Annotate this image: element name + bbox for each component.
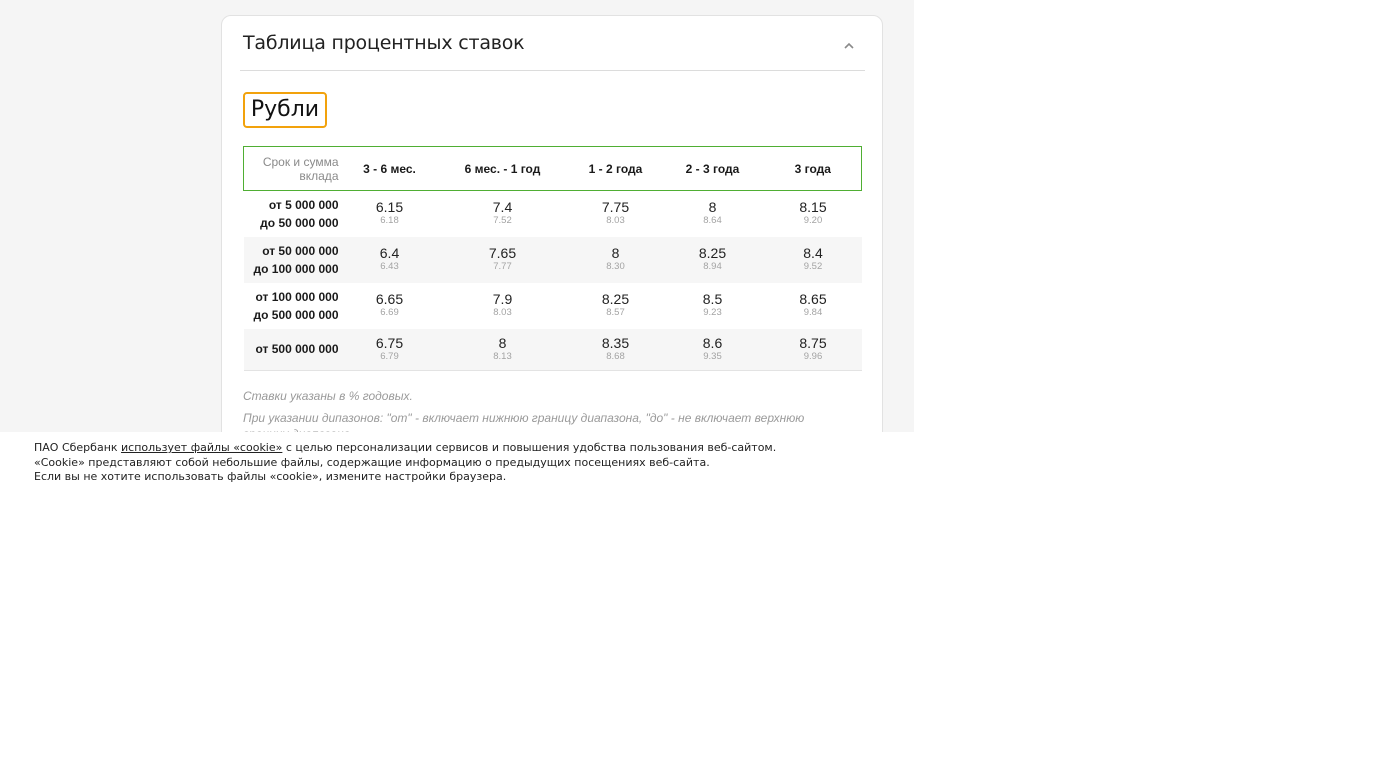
column-header: 1 - 2 года	[570, 146, 661, 191]
effective-rate: 9.35	[703, 350, 722, 362]
rate-value: 8.35	[601, 334, 630, 351]
rate-cell: 6.75 6.79	[345, 329, 435, 371]
card-title: Таблица процентных ставок	[243, 32, 525, 54]
rate-cell: 8 8.30	[571, 237, 661, 283]
rate-cell: 8 8.13	[435, 329, 571, 371]
column-header: 3 - 6 мес.	[344, 146, 435, 191]
effective-rate: 8.64	[703, 215, 722, 227]
effective-rate: 7.52	[493, 215, 512, 227]
rate-value: 8.75	[799, 334, 827, 351]
currency-tab-rub[interactable]: Рубли	[243, 92, 327, 128]
rate-cell: 8.5 9.23	[661, 283, 765, 329]
card-divider	[240, 70, 865, 71]
cookie-policy-link[interactable]: использует файлы «cookie»	[121, 441, 282, 454]
rate-cell: 8.6 9.35	[661, 329, 765, 371]
rate-cell: 6.15 6.18	[345, 191, 435, 237]
rate-cell: 7.65 7.77	[435, 237, 571, 283]
rate-value: 8.25	[698, 245, 727, 261]
effective-rate: 9.52	[803, 261, 823, 272]
rate-cell: 8.25 8.57	[571, 283, 661, 329]
rate-value: 6.75	[375, 334, 404, 351]
rate-value: 8.4	[803, 245, 823, 261]
rate-value: 7.4	[492, 199, 513, 216]
column-header: 3 года	[764, 146, 862, 191]
effective-rate: 9.96	[803, 350, 823, 362]
rate-cell: 8.15 9.20	[765, 191, 862, 237]
amount-range: от 500 000 000	[255, 342, 339, 357]
rate-cell: 8.25 8.94	[661, 237, 765, 283]
effective-rate: 8.03	[606, 215, 625, 227]
amount-range: от 50 000 000 до 100 000 000	[253, 243, 339, 276]
effective-rate: 9.23	[703, 307, 722, 318]
interest-rate-card: Таблица процентных ставок Рубли Срок и с…	[221, 15, 883, 432]
rate-cell: 8.65 9.84	[765, 283, 862, 329]
amount-range: от 5 000 000 до 50 000 000	[260, 197, 339, 230]
effective-rate: 8.30	[606, 261, 625, 272]
table-row: от 100 000 000 до 500 000 000 6.65 6.69 7…	[244, 283, 862, 329]
rate-cell: 8.4 9.52	[765, 237, 862, 283]
rate-value: 8	[708, 199, 717, 216]
rate-cell: 8.75 9.96	[765, 329, 862, 371]
rates-note: Ставки указаны в % годовых.	[243, 389, 413, 403]
rate-value: 6.65	[375, 291, 404, 307]
effective-rate: 8.57	[606, 307, 625, 318]
rate-value: 7.9	[492, 291, 513, 307]
rate-value: 8.6	[702, 334, 723, 351]
table-header-row: Срок и сумма вклада 3 - 6 мес. 6 мес. - …	[243, 146, 862, 191]
effective-rate: 7.77	[493, 261, 512, 272]
rate-value: 8.65	[799, 291, 827, 307]
rate-value: 7.75	[601, 199, 630, 216]
cookie-text: ПАО Сбербанк использует файлы «cookie» с…	[34, 441, 777, 483]
amount-range: от 100 000 000 до 500 000 000	[253, 289, 339, 322]
rate-cell: 7.75 8.03	[571, 191, 661, 237]
effective-rate: 8.13	[493, 350, 512, 362]
rate-value: 8.25	[601, 291, 630, 307]
table-row: от 50 000 000 до 100 000 000 6.4 6.43 7.6…	[243, 236, 862, 283]
table-row: от 5 000 000 до 50 000 000 6.15 6.18 7.4 7…	[244, 191, 862, 237]
rate-value: 8.5	[702, 291, 723, 307]
rate-value: 8	[611, 245, 620, 261]
rate-cell: 7.4 7.52	[435, 191, 571, 237]
effective-rate: 9.20	[803, 215, 823, 227]
effective-rate: 6.69	[380, 307, 399, 318]
cookie-banner: ПАО Сбербанк использует файлы «cookie» с…	[0, 432, 914, 492]
table-row: от 500 000 000 6.75 6.79 8 8.13 8.35 8.68 8…	[243, 328, 862, 371]
effective-rate: 8.68	[606, 350, 625, 362]
header-term-amount: Срок и сумма вклада	[243, 146, 345, 191]
effective-rate: 6.79	[380, 350, 399, 362]
rate-cell: 6.65 6.69	[345, 283, 435, 329]
rate-value: 8	[498, 334, 507, 351]
rate-cell: 6.4 6.43	[345, 237, 435, 283]
effective-rate: 6.43	[380, 261, 399, 272]
rate-cell: 7.9 8.03	[435, 283, 571, 329]
column-header: 2 - 3 года	[660, 146, 765, 191]
page-background: Таблица процентных ставок Рубли Срок и с…	[0, 0, 914, 432]
rate-table: Срок и сумма вклада 3 - 6 мес. 6 мес. - …	[243, 146, 862, 371]
effective-rate: 9.84	[803, 307, 823, 318]
rate-value: 6.15	[375, 199, 404, 216]
effective-rate: 6.18	[380, 215, 399, 227]
rate-cell: 8 8.64	[661, 191, 765, 237]
rate-value: 8.15	[799, 199, 827, 216]
rate-value: 7.65	[488, 245, 517, 261]
chevron-up-icon[interactable]	[842, 39, 856, 53]
effective-rate: 8.03	[493, 307, 512, 318]
rate-value: 6.4	[379, 245, 400, 261]
effective-rate: 8.94	[703, 261, 722, 272]
column-header: 6 мес. - 1 год	[434, 146, 571, 191]
range-note: При указании дипазонов: "от" - включает …	[243, 411, 805, 432]
rate-cell: 8.35 8.68	[571, 329, 661, 371]
